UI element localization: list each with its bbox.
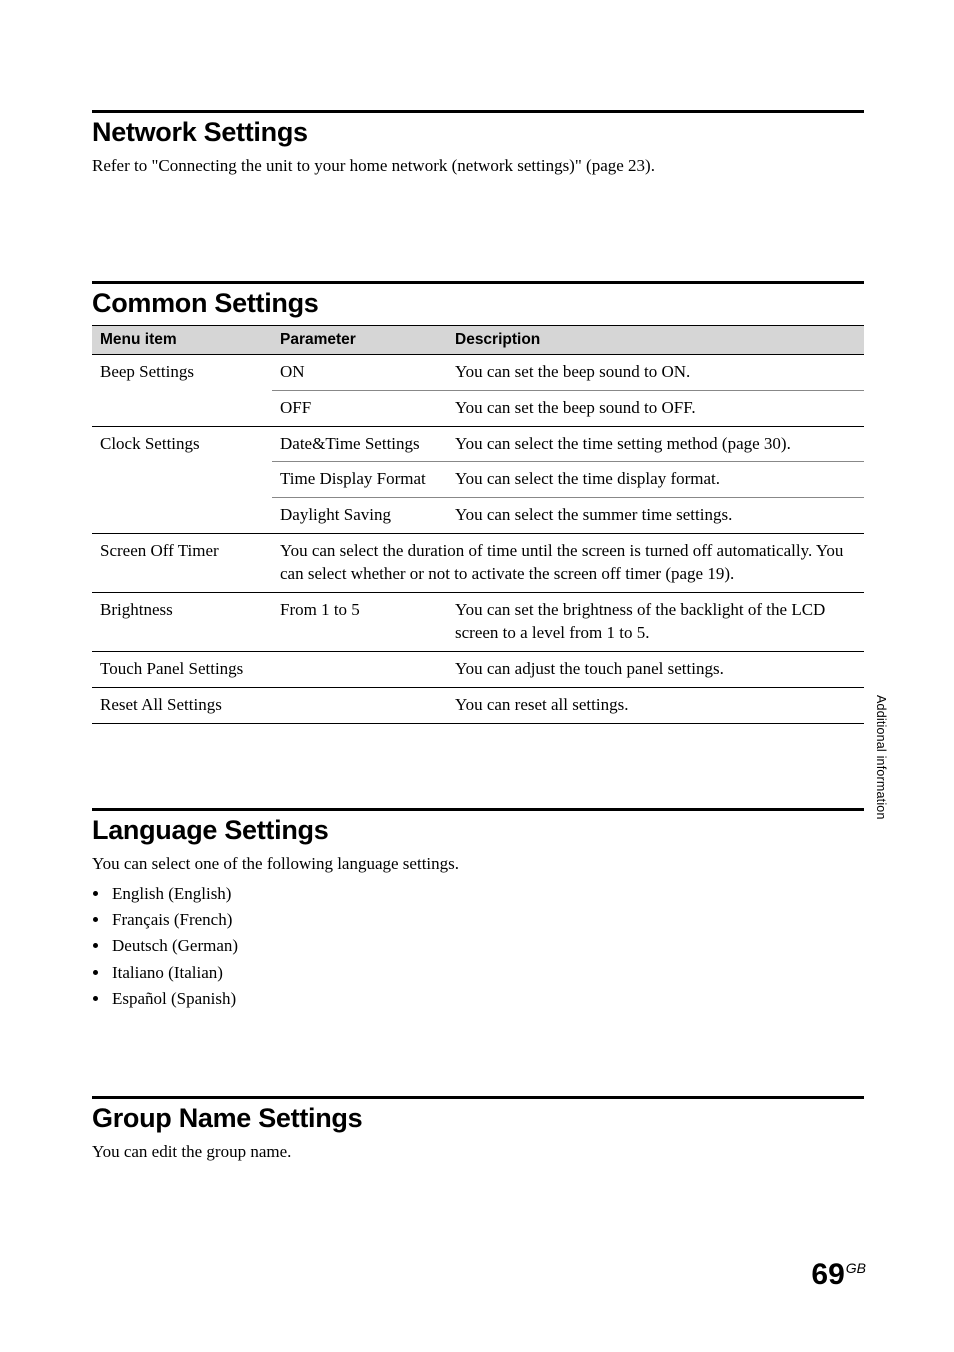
table-row: Reset All Settings You can reset all set… — [92, 688, 864, 724]
list-item: Français (French) — [110, 907, 864, 933]
table-row: Brightness From 1 to 5 You can set the b… — [92, 593, 864, 652]
table-row: Clock Settings Date&Time Settings You ca… — [92, 426, 864, 462]
cell-parameter: ON — [272, 354, 447, 390]
cell-parameter: Date&Time Settings — [272, 426, 447, 462]
language-list: English (English) Français (French) Deut… — [92, 881, 864, 1013]
cell-menu-item: Brightness — [92, 593, 272, 652]
language-settings-intro: You can select one of the following lang… — [92, 852, 864, 877]
cell-description: You can select the summer time settings. — [447, 498, 864, 534]
side-tab-label: Additional information — [874, 695, 888, 820]
group-name-settings-body: You can edit the group name. — [92, 1140, 864, 1165]
col-header-description: Description — [447, 325, 864, 354]
cell-parameter — [272, 688, 447, 724]
page-number-suffix: GB — [846, 1260, 866, 1276]
page-number-value: 69 — [811, 1258, 844, 1291]
section-divider — [92, 1096, 864, 1099]
cell-description: You can set the beep sound to OFF. — [447, 390, 864, 426]
page-number: 69GB — [811, 1258, 866, 1292]
cell-description: You can select the time display format. — [447, 462, 864, 498]
cell-parameter: Time Display Format — [272, 462, 447, 498]
cell-description: You can reset all settings. — [447, 688, 864, 724]
heading-network-settings: Network Settings — [92, 117, 864, 148]
heading-group-name-settings: Group Name Settings — [92, 1103, 864, 1134]
cell-description: You can set the brightness of the backli… — [447, 593, 864, 652]
cell-description: You can adjust the touch panel settings. — [447, 652, 864, 688]
cell-parameter: Daylight Saving — [272, 498, 447, 534]
cell-parameter: OFF — [272, 390, 447, 426]
table-row: Beep Settings ON You can set the beep so… — [92, 354, 864, 390]
cell-parameter — [272, 652, 447, 688]
section-divider — [92, 808, 864, 811]
section-divider — [92, 281, 864, 284]
cell-description: You can select the duration of time unti… — [272, 534, 864, 593]
col-header-menu: Menu item — [92, 325, 272, 354]
col-header-parameter: Parameter — [272, 325, 447, 354]
section-divider — [92, 110, 864, 113]
cell-menu-item: Beep Settings — [92, 354, 272, 426]
cell-menu-item: Reset All Settings — [92, 688, 272, 724]
cell-menu-item: Touch Panel Settings — [92, 652, 272, 688]
list-item: Italiano (Italian) — [110, 960, 864, 986]
cell-description: You can select the time setting method (… — [447, 426, 864, 462]
cell-description: You can set the beep sound to ON. — [447, 354, 864, 390]
cell-menu-item: Screen Off Timer — [92, 534, 272, 593]
cell-parameter: From 1 to 5 — [272, 593, 447, 652]
cell-menu-item: Clock Settings — [92, 426, 272, 534]
list-item: Deutsch (German) — [110, 933, 864, 959]
heading-common-settings: Common Settings — [92, 288, 864, 319]
heading-language-settings: Language Settings — [92, 815, 864, 846]
network-settings-body: Refer to "Connecting the unit to your ho… — [92, 154, 864, 179]
table-row: Touch Panel Settings You can adjust the … — [92, 652, 864, 688]
table-row: Screen Off Timer You can select the dura… — [92, 534, 864, 593]
list-item: English (English) — [110, 881, 864, 907]
common-settings-table: Menu item Parameter Description Beep Set… — [92, 325, 864, 724]
list-item: Español (Spanish) — [110, 986, 864, 1012]
table-header-row: Menu item Parameter Description — [92, 325, 864, 354]
